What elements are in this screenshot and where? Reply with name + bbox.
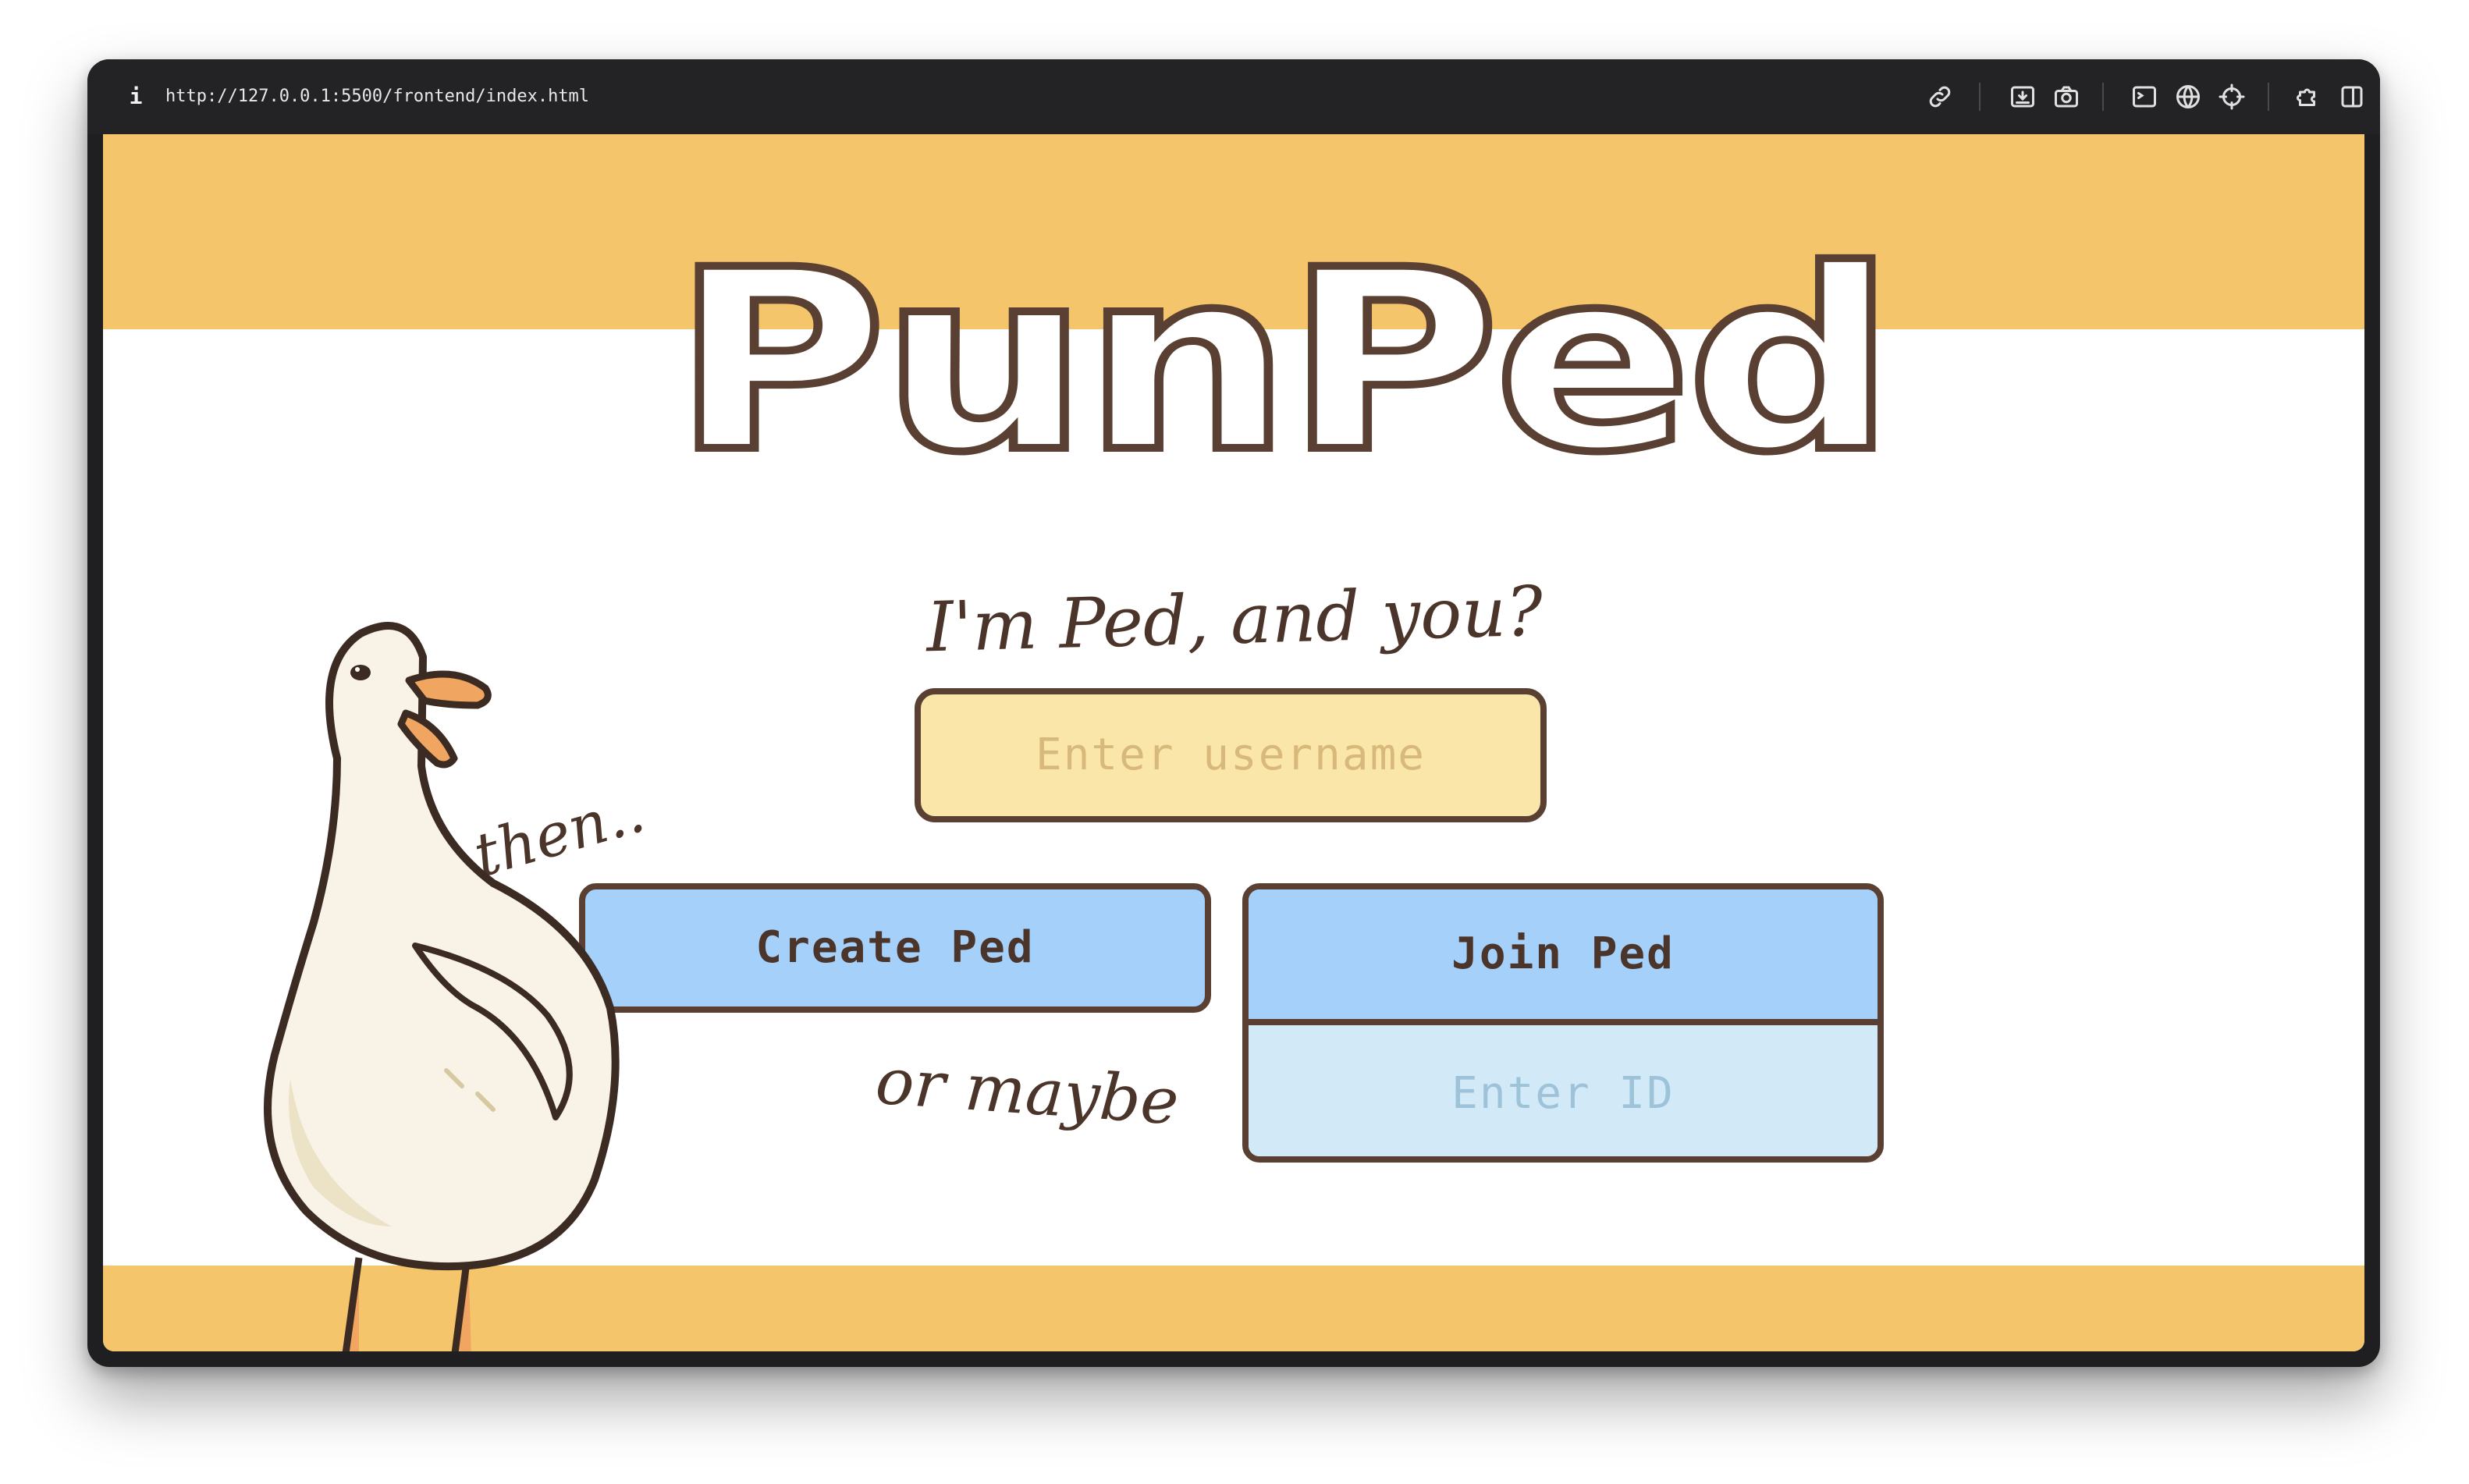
terminal-icon[interactable] (2130, 83, 2158, 111)
download-icon[interactable] (2009, 83, 2037, 111)
toolbar-separator (2268, 83, 2269, 111)
create-ped-button[interactable]: Create Ped (579, 883, 1211, 1013)
duck-illustration (220, 571, 657, 1351)
crosshair-icon[interactable] (2218, 83, 2246, 111)
link-icon[interactable] (1926, 83, 1954, 111)
or-maybe-label: or maybe (873, 1044, 1181, 1140)
browser-titlebar: i http://127.0.0.1:5500/frontend/index.h… (87, 59, 2380, 134)
url-bar[interactable]: http://127.0.0.1:5500/frontend/index.htm… (165, 83, 589, 111)
extensions-icon[interactable] (2294, 83, 2322, 111)
info-icon[interactable]: i (128, 84, 144, 109)
join-ped-button[interactable]: Join Ped (1249, 889, 1878, 1025)
tagline: I'm Ped, and you? (925, 570, 1544, 668)
toolbar-separator (1979, 83, 1981, 111)
sidebar-icon[interactable] (2338, 83, 2366, 111)
username-input[interactable]: Enter username (915, 688, 1547, 822)
camera-icon[interactable] (2052, 83, 2080, 111)
page-viewport: PunPed I'm Ped, and you? Enter username … (103, 134, 2364, 1351)
room-id-input[interactable]: Enter ID (1249, 1025, 1878, 1156)
toolbar-separator (2102, 83, 2104, 111)
browser-window: i http://127.0.0.1:5500/frontend/index.h… (87, 59, 2380, 1367)
join-ped-panel: Join Ped Enter ID (1242, 883, 1884, 1163)
globe-icon[interactable] (2174, 83, 2202, 111)
punped-logo: PunPed (649, 220, 1913, 478)
logo-text: PunPed (673, 220, 1890, 478)
